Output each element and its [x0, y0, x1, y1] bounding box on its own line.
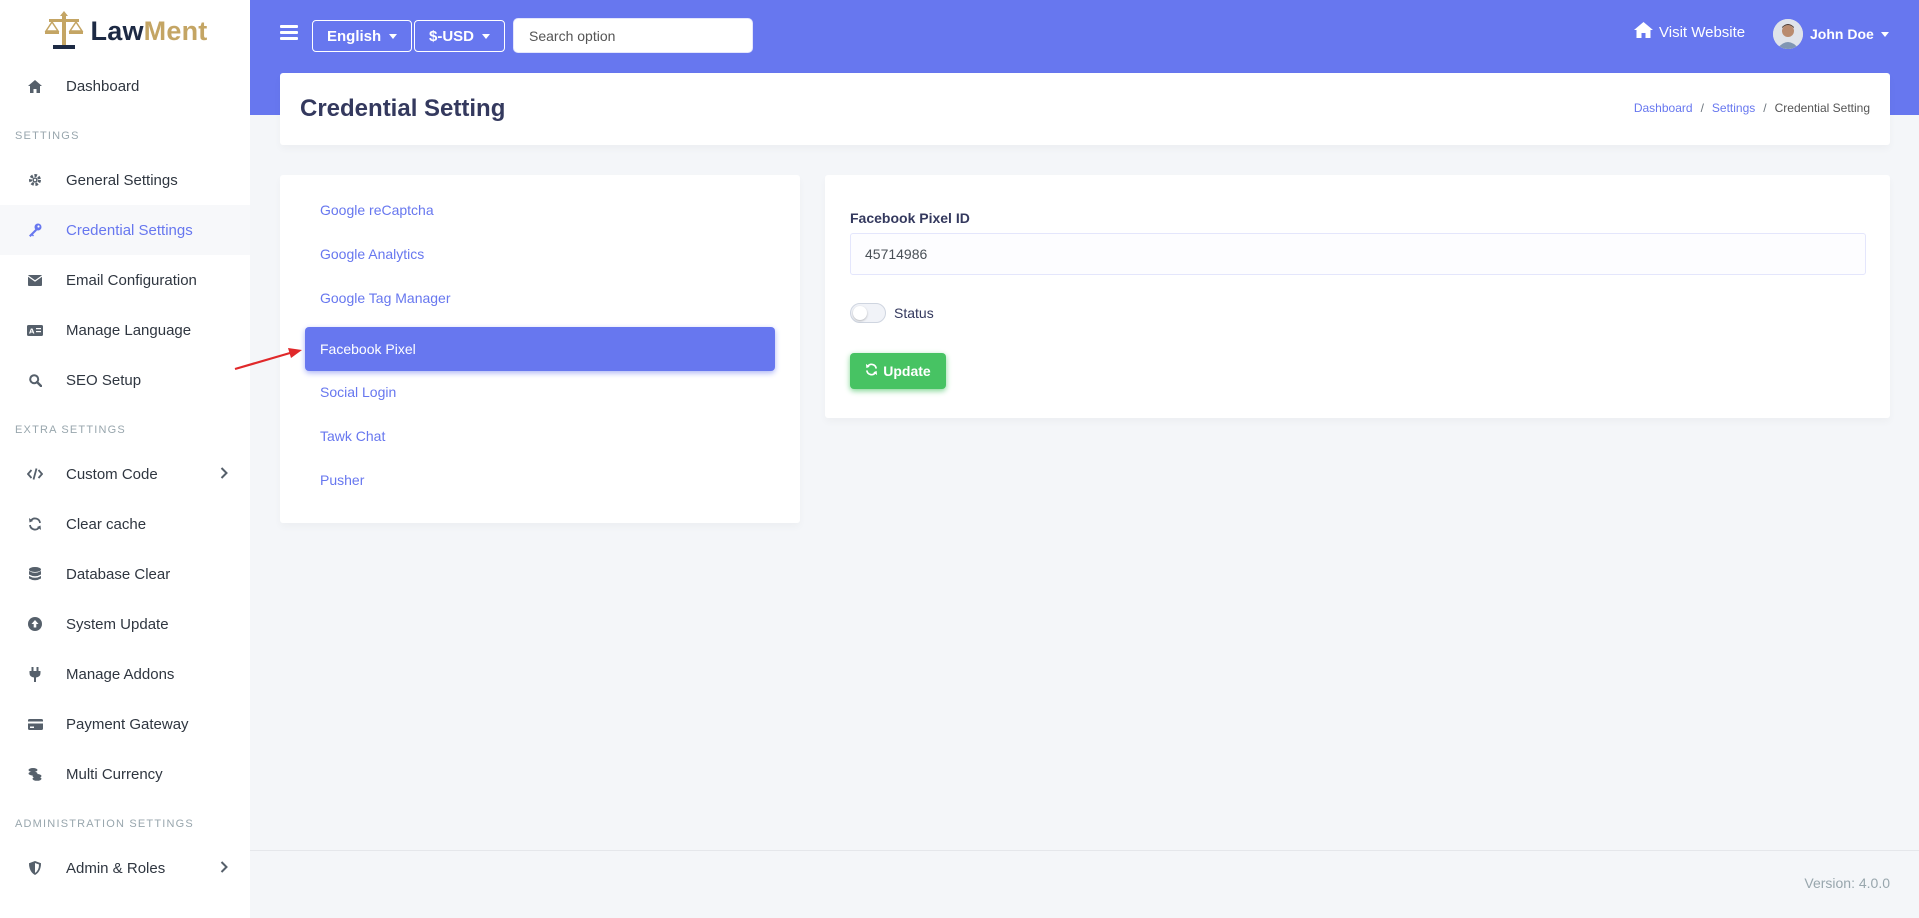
tab-tawk-chat[interactable]: Tawk Chat: [305, 414, 775, 458]
upload-circle-icon: [27, 616, 43, 632]
breadcrumb-separator: /: [1763, 101, 1767, 115]
breadcrumb: Dashboard / Settings / Credential Settin…: [1634, 101, 1870, 115]
page-title: Credential Setting: [300, 95, 506, 122]
breadcrumb-separator: /: [1700, 101, 1704, 115]
sidebar-item-credential-settings[interactable]: Credential Settings: [0, 205, 250, 255]
sidebar-item-payment-gateway[interactable]: Payment Gateway: [0, 699, 250, 749]
tab-google-analytics[interactable]: Google Analytics: [305, 232, 775, 276]
language-icon: A: [27, 322, 43, 338]
status-toggle[interactable]: [850, 303, 886, 323]
version-text: Version: 4.0.0: [1804, 875, 1890, 891]
search-icon: [27, 372, 43, 388]
annotation-arrow-icon: [234, 348, 302, 371]
tab-social-login[interactable]: Social Login: [305, 370, 775, 414]
page-header: Credential Setting Dashboard / Settings …: [280, 73, 1890, 145]
status-label: Status: [894, 305, 934, 321]
sidebar-item-email-configuration[interactable]: Email Configuration: [0, 255, 250, 305]
section-heading-admin: ADMINISTRATION SETTINGS: [15, 818, 194, 830]
gear-icon: [27, 172, 43, 188]
shield-icon: [27, 860, 43, 876]
sidebar: LawMent Dashboard SETTINGS General Setti…: [0, 0, 250, 918]
scales-logo-icon: [44, 11, 83, 49]
database-icon: [27, 566, 43, 582]
credit-card-icon: [27, 716, 43, 732]
section-heading-extra: EXTRA SETTINGS: [15, 424, 126, 436]
breadcrumb-current: Credential Setting: [1774, 101, 1870, 115]
footer: Version: 4.0.0: [250, 850, 1919, 918]
caret-down-icon: [389, 33, 398, 39]
svg-text:A: A: [29, 327, 35, 335]
sidebar-item-multi-currency[interactable]: Multi Currency: [0, 749, 250, 799]
key-icon: [27, 222, 43, 238]
code-icon: [27, 466, 43, 482]
caret-down-icon: [1880, 31, 1889, 37]
tab-pusher[interactable]: Pusher: [305, 458, 775, 502]
avatar: [1773, 19, 1803, 49]
refresh-icon: [865, 363, 878, 379]
logo[interactable]: LawMent: [0, 0, 250, 62]
menu-toggle-icon[interactable]: [280, 25, 298, 41]
breadcrumb-dashboard[interactable]: Dashboard: [1634, 101, 1693, 115]
sidebar-item-manage-addons[interactable]: Manage Addons: [0, 649, 250, 699]
pixel-id-input[interactable]: [850, 233, 1866, 275]
envelope-icon: [27, 272, 43, 288]
sidebar-item-admin-roles[interactable]: Admin & Roles: [0, 843, 250, 893]
sidebar-item-custom-code[interactable]: Custom Code: [0, 449, 250, 499]
chevron-right-icon: [220, 466, 228, 483]
tab-facebook-pixel[interactable]: Facebook Pixel: [305, 327, 775, 371]
chevron-right-icon: [220, 860, 228, 877]
sidebar-item-manage-language[interactable]: A Manage Language: [0, 305, 250, 355]
facebook-pixel-form: Facebook Pixel ID Status Update: [825, 175, 1890, 418]
section-heading-settings: SETTINGS: [15, 130, 80, 142]
language-dropdown[interactable]: English: [312, 20, 413, 52]
sidebar-item-system-update[interactable]: System Update: [0, 599, 250, 649]
credential-menu: Google reCaptcha Google Analytics Google…: [280, 175, 800, 523]
sidebar-item-dashboard[interactable]: Dashboard: [0, 61, 250, 111]
tab-google-recaptcha[interactable]: Google reCaptcha: [305, 188, 775, 232]
home-icon: [27, 78, 43, 94]
tab-google-tag-manager[interactable]: Google Tag Manager: [305, 276, 775, 320]
breadcrumb-settings[interactable]: Settings: [1712, 101, 1755, 115]
search-input[interactable]: [513, 18, 753, 53]
plug-icon: [27, 666, 43, 682]
user-menu[interactable]: John Doe: [1773, 19, 1889, 49]
brand-name: LawMent: [90, 15, 208, 46]
refresh-icon: [27, 516, 43, 532]
sidebar-item-general-settings[interactable]: General Settings: [0, 155, 250, 205]
pixel-id-label: Facebook Pixel ID: [850, 210, 970, 226]
sidebar-item-database-clear[interactable]: Database Clear: [0, 549, 250, 599]
update-button[interactable]: Update: [850, 353, 946, 389]
coins-icon: [27, 766, 43, 782]
currency-dropdown[interactable]: $-USD: [414, 20, 506, 52]
visit-website-link[interactable]: Visit Website: [1634, 22, 1745, 42]
home-icon: [1634, 22, 1653, 42]
sidebar-item-seo-setup[interactable]: SEO Setup: [0, 355, 250, 405]
caret-down-icon: [482, 33, 491, 39]
sidebar-item-clear-cache[interactable]: Clear cache: [0, 499, 250, 549]
